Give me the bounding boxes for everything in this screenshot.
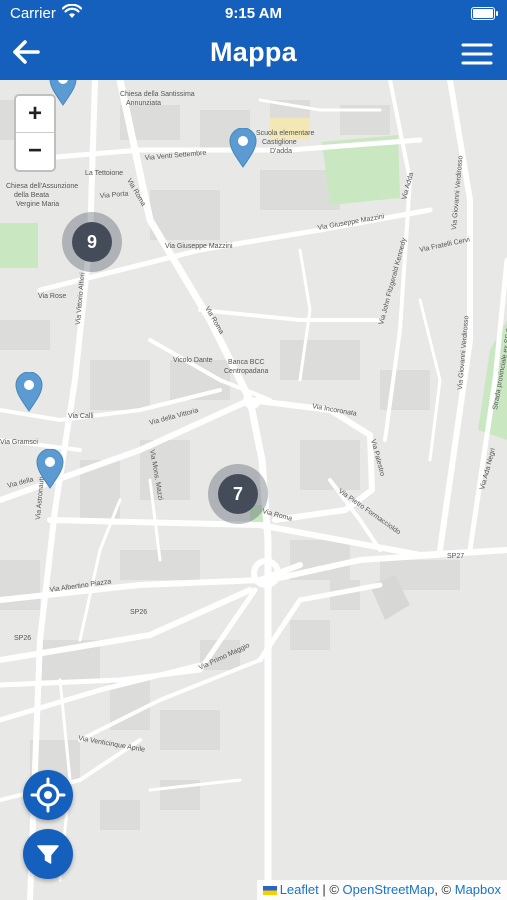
map-label: Via Calli <box>68 413 94 420</box>
map-label: Castiglione <box>262 139 297 146</box>
battery-icon <box>471 7 498 20</box>
marker-cluster[interactable]: 7 <box>208 464 268 524</box>
map-label: La Tettoione <box>85 170 123 177</box>
map-label: Chiesa dell'Assunzione <box>6 183 78 190</box>
map-label: Via Giovanni Verdirosso <box>451 155 464 230</box>
status-time: 9:15 AM <box>225 5 282 22</box>
map-pin-icon[interactable] <box>49 80 77 106</box>
page-title: Mappa <box>209 37 297 67</box>
map-label: Via Gramsci <box>0 439 38 446</box>
filter-icon <box>37 845 59 864</box>
map-label: Via Adda <box>401 172 415 201</box>
map-label: SP27 <box>447 553 464 560</box>
map-label: Vicolo Dante <box>173 357 213 364</box>
map-pin-icon[interactable] <box>36 449 64 489</box>
map-label: SP26 <box>14 635 31 642</box>
map-label: Centropadana <box>224 368 268 375</box>
map-label: Via Fratelli Cervi <box>419 236 471 254</box>
cluster-count: 9 <box>72 222 112 262</box>
map-label: Via Giuseppe Mazzini <box>317 213 385 232</box>
map-label: Banca BCC <box>228 359 265 366</box>
ukraine-flag-icon <box>262 886 277 896</box>
map-label: Vergine Maria <box>16 201 59 208</box>
mapbox-link[interactable]: Mapbox <box>455 882 501 897</box>
map-label: D'adda <box>270 148 292 155</box>
map-label: Via Giuseppe Mazzini <box>165 243 233 250</box>
map-label: Chiesa della Santissima <box>120 91 195 98</box>
map-pin-icon[interactable] <box>229 128 257 168</box>
cluster-count: 7 <box>218 474 258 514</box>
attribution-separator: , © <box>434 882 455 897</box>
map-attribution: Leaflet | © OpenStreetMap, © Mapbox <box>256 880 507 900</box>
map-view[interactable]: Chiesa della Santissima Annunziata Scuol… <box>0 80 507 900</box>
attribution-separator: | © <box>318 882 343 897</box>
map-label: della Beata <box>14 192 49 199</box>
leaflet-link[interactable]: Leaflet <box>280 882 319 897</box>
filter-button[interactable] <box>23 829 73 879</box>
map-label: SP26 <box>130 609 147 616</box>
locate-button[interactable] <box>23 770 73 820</box>
zoom-out-button[interactable]: − <box>16 133 54 169</box>
map-pin-icon[interactable] <box>15 372 43 412</box>
map-label: Via Venticinque Aprile <box>78 735 146 754</box>
hamburger-menu-icon[interactable] <box>461 38 493 70</box>
map-label: Via Rose <box>38 293 66 300</box>
locate-icon <box>30 777 66 813</box>
marker-cluster[interactable]: 9 <box>62 212 122 272</box>
map-label: Annunziata <box>126 100 161 107</box>
nav-bar: Mappa <box>0 28 507 80</box>
map-label: Via Porta <box>100 191 129 200</box>
osm-link[interactable]: OpenStreetMap <box>343 882 435 897</box>
map-label: Scuola elementare <box>256 130 314 137</box>
status-bar: Carrier 9:15 AM <box>0 0 507 28</box>
